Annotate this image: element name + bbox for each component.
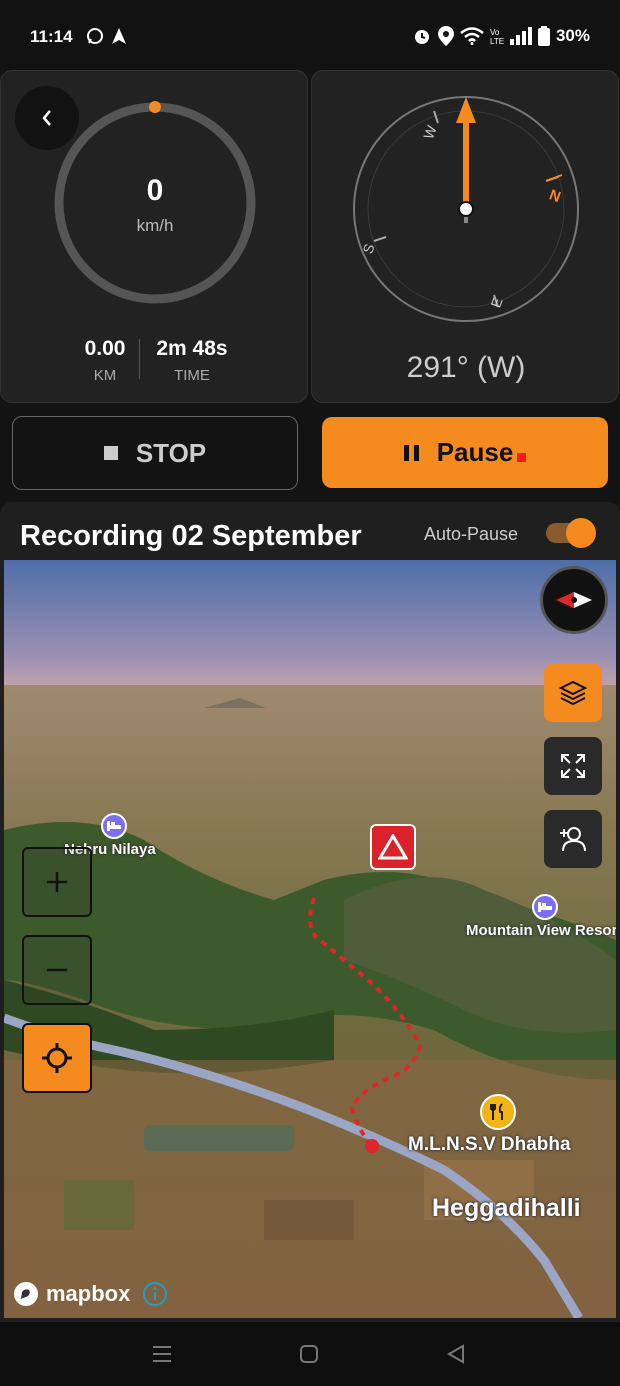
map-label-mountain-view: Mountain View Resor bbox=[466, 922, 616, 939]
add-person-button[interactable] bbox=[544, 810, 602, 868]
location-icon bbox=[437, 26, 454, 46]
locate-me-button[interactable] bbox=[22, 1023, 92, 1093]
restaurant-icon[interactable] bbox=[480, 1094, 516, 1130]
compass-label-e: E bbox=[487, 295, 505, 309]
minus-icon bbox=[47, 968, 67, 972]
map-compass-button[interactable] bbox=[540, 566, 608, 634]
pause-icon bbox=[403, 444, 419, 461]
mapbox-logo-icon bbox=[14, 1282, 38, 1306]
lodging-icon[interactable] bbox=[101, 813, 127, 839]
alarm-icon bbox=[414, 30, 429, 44]
volte-icon: VoLTE bbox=[490, 28, 504, 45]
warning-triangle-icon bbox=[378, 834, 408, 860]
back-nav-icon[interactable] bbox=[446, 1344, 466, 1364]
fullscreen-button[interactable] bbox=[544, 737, 602, 795]
hazard-marker[interactable] bbox=[370, 824, 416, 870]
compass-label-w: W bbox=[420, 123, 440, 142]
time-value: 2m 48s bbox=[156, 337, 228, 360]
pause-button-label: Pause bbox=[436, 437, 514, 467]
battery-icon bbox=[537, 26, 550, 46]
pause-button[interactable]: Pause bbox=[322, 417, 608, 488]
time-label: TIME bbox=[174, 367, 210, 384]
home-icon[interactable] bbox=[299, 1344, 319, 1364]
expand-icon bbox=[561, 754, 585, 778]
heading-readout: 291° (W) bbox=[406, 351, 526, 384]
navigation-icon bbox=[112, 28, 126, 44]
plus-icon bbox=[47, 872, 67, 892]
zoom-out-button[interactable] bbox=[22, 935, 92, 1005]
battery-percent: 30% bbox=[555, 26, 590, 45]
compass-label-s: S bbox=[359, 241, 377, 255]
status-time: 11:14 bbox=[30, 27, 73, 46]
add-user-icon bbox=[560, 827, 586, 852]
compass-label-n: N bbox=[547, 186, 563, 206]
stat-divider bbox=[139, 339, 140, 379]
speed-unit: km/h bbox=[136, 216, 174, 235]
compass-dial: W N E S bbox=[353, 96, 579, 322]
mapbox-attribution[interactable]: mapbox bbox=[12, 1280, 168, 1308]
signal-icon bbox=[509, 27, 532, 45]
stop-button[interactable]: STOP bbox=[12, 416, 298, 490]
info-icon[interactable] bbox=[142, 1281, 168, 1307]
distance-value: 0.00 bbox=[84, 337, 126, 360]
compass-needle-icon bbox=[556, 592, 592, 608]
zoom-in-button[interactable] bbox=[22, 847, 92, 917]
system-nav-bar bbox=[0, 1322, 620, 1386]
svg-text:LTE: LTE bbox=[490, 37, 504, 45]
stop-button-label: STOP bbox=[135, 437, 207, 468]
compass-card: W N E S 291° (W) bbox=[311, 70, 619, 403]
speed-gauge-indicator bbox=[149, 101, 161, 113]
distance-stat: 0.00 KM bbox=[73, 337, 137, 384]
status-bar: 11:14 Vo LTE 30% bbox=[0, 0, 620, 70]
crosshair-icon bbox=[42, 1043, 72, 1073]
recent-apps-icon[interactable] bbox=[151, 1344, 173, 1364]
auto-pause-toggle[interactable] bbox=[546, 518, 596, 548]
svg-text:Vo: Vo bbox=[490, 28, 500, 37]
chevron-left-icon bbox=[42, 110, 51, 126]
time-stat: 2m 48s TIME bbox=[147, 337, 237, 384]
recording-indicator bbox=[517, 453, 527, 462]
map-layers-button[interactable] bbox=[544, 664, 602, 722]
wifi-icon bbox=[460, 27, 484, 45]
layers-icon bbox=[559, 680, 587, 706]
speed-card: 0 km/h 0.00 KM 2m 48s TIME bbox=[0, 70, 308, 403]
stop-icon bbox=[103, 446, 118, 460]
auto-pause-label: Auto-Pause bbox=[424, 524, 519, 544]
current-position-marker bbox=[365, 1139, 379, 1153]
map-view[interactable]: Nehru Nilaya Mountain View Resor M.L.N.S… bbox=[4, 560, 616, 1318]
mapbox-wordmark: mapbox bbox=[46, 1281, 131, 1306]
distance-label: KM bbox=[93, 367, 117, 384]
map-label-heggadihalli: Heggadihalli bbox=[432, 1194, 581, 1222]
recording-title: Recording 02 September bbox=[20, 520, 362, 552]
speed-value: 0 bbox=[146, 174, 164, 207]
lodging-icon[interactable] bbox=[532, 894, 558, 920]
map-label-dhaba: M.L.N.S.V Dhabha bbox=[408, 1134, 571, 1155]
whatsapp-icon bbox=[87, 28, 103, 44]
